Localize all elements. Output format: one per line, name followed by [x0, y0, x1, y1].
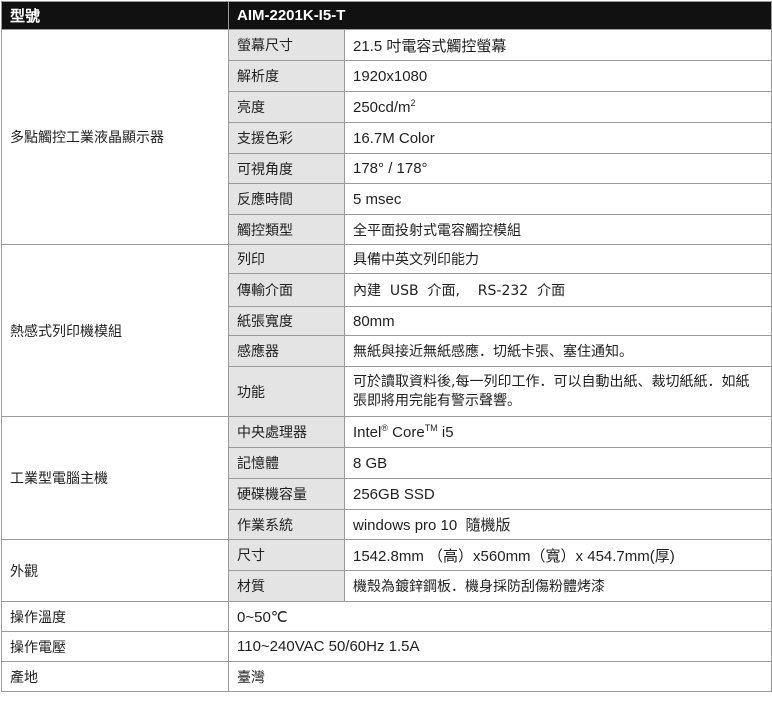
category-appearance: 外觀 [1, 539, 229, 602]
spec-label: 解析度 [228, 60, 345, 92]
footer-value: 臺灣 [227, 661, 772, 692]
category-display: 多點觸控工業液晶顯示器 [1, 29, 229, 245]
table-row: 操作溫度 0~50℃ [1, 601, 772, 632]
spec-label: 感應器 [228, 335, 345, 367]
table-row: 工業型電腦主機 中央處理器 Intel® CoreTM i5 [1, 416, 772, 540]
spec-value: 可於讀取資料後,每一列印工作．可以自動出紙、裁切紙紙．如紙張即將用完能有警示聲響… [343, 366, 772, 417]
spec-label: 硬碟機容量 [228, 478, 345, 510]
spec-value: 具備中英文列印能力 [343, 244, 772, 274]
spec-label: 作業系統 [228, 509, 345, 540]
spec-label: 材質 [228, 570, 345, 602]
spec-label: 列印 [228, 244, 345, 274]
spec-value: 16.7M Color [343, 122, 772, 154]
spec-value: 內建 USB 介面, RS-232 介面 [343, 273, 772, 307]
table-row: 熱感式列印機模組 列印 具備中英文列印能力 [1, 244, 772, 417]
header-row: 型號 AIM-2201K-I5-T [1, 1, 772, 30]
spec-value: 256GB SSD [343, 478, 772, 510]
trademark-mark: TM [424, 422, 438, 433]
spec-label: 中央處理器 [228, 416, 345, 448]
footer-value: 0~50℃ [227, 601, 772, 632]
spec-value: 178° / 178° [343, 153, 772, 184]
spec-value: 無紙與接近無紙感應．切紙卡張、塞住通知。 [343, 335, 772, 367]
spec-label: 功能 [228, 366, 345, 417]
spec-label: 亮度 [228, 91, 345, 123]
footer-value: 110~240VAC 50/60Hz 1.5A [227, 631, 772, 662]
spec-value: 80mm [343, 306, 772, 336]
spec-label: 傳輸介面 [228, 273, 345, 307]
spec-label: 紙張寬度 [228, 306, 345, 336]
spec-label: 觸控類型 [228, 214, 345, 245]
header-model: AIM-2201K-I5-T [227, 1, 772, 30]
spec-value: Intel® CoreTM i5 [343, 416, 772, 448]
category-printer: 熱感式列印機模組 [1, 244, 229, 417]
spec-label: 尺寸 [228, 539, 345, 571]
spec-label: 可視角度 [228, 153, 345, 184]
cpu-model: i5 [437, 423, 454, 441]
category-pc: 工業型電腦主機 [1, 416, 229, 540]
table-row: 外觀 尺寸 1542.8mm （高）x560mm（寬）x 454.7mm(厚) [1, 539, 772, 602]
spec-value: 機殼為鍍鋅鋼板．機身採防刮傷粉體烤漆 [343, 570, 772, 602]
spec-value: 250cd/m2 [343, 91, 772, 123]
table-row: 產地 臺灣 [1, 661, 772, 692]
spec-value: 全平面投射式電容觸控模組 [343, 214, 772, 245]
brightness-sup: 2 [410, 97, 416, 108]
footer-label: 產地 [1, 661, 229, 692]
table-row: 多點觸控工業液晶顯示器 螢幕尺寸 21.5 吋電容式觸控螢幕 [1, 29, 772, 245]
brightness-value: 250cd/m [353, 98, 411, 116]
header-label: 型號 [1, 1, 229, 30]
spec-label: 支援色彩 [228, 122, 345, 154]
spec-value: 21.5 吋電容式觸控螢幕 [343, 29, 772, 61]
spec-table: 型號 AIM-2201K-I5-T 多點觸控工業液晶顯示器 螢幕尺寸 21.5 … [1, 1, 772, 692]
spec-value: 1542.8mm （高）x560mm（寬）x 454.7mm(厚) [343, 539, 772, 571]
spec-value: 1920x1080 [343, 60, 772, 92]
spec-value: 5 msec [343, 183, 772, 215]
registered-mark: ® [381, 422, 388, 433]
spec-label: 反應時間 [228, 183, 345, 215]
cpu-line: Core [388, 423, 425, 441]
footer-label: 操作電壓 [1, 631, 229, 662]
footer-label: 操作溫度 [1, 601, 229, 632]
spec-label: 記憶體 [228, 447, 345, 479]
table-row: 操作電壓 110~240VAC 50/60Hz 1.5A [1, 631, 772, 662]
spec-value: windows pro 10 隨機版 [343, 509, 772, 540]
spec-value: 8 GB [343, 447, 772, 479]
spec-label: 螢幕尺寸 [228, 29, 345, 61]
cpu-brand: Intel [353, 423, 382, 441]
